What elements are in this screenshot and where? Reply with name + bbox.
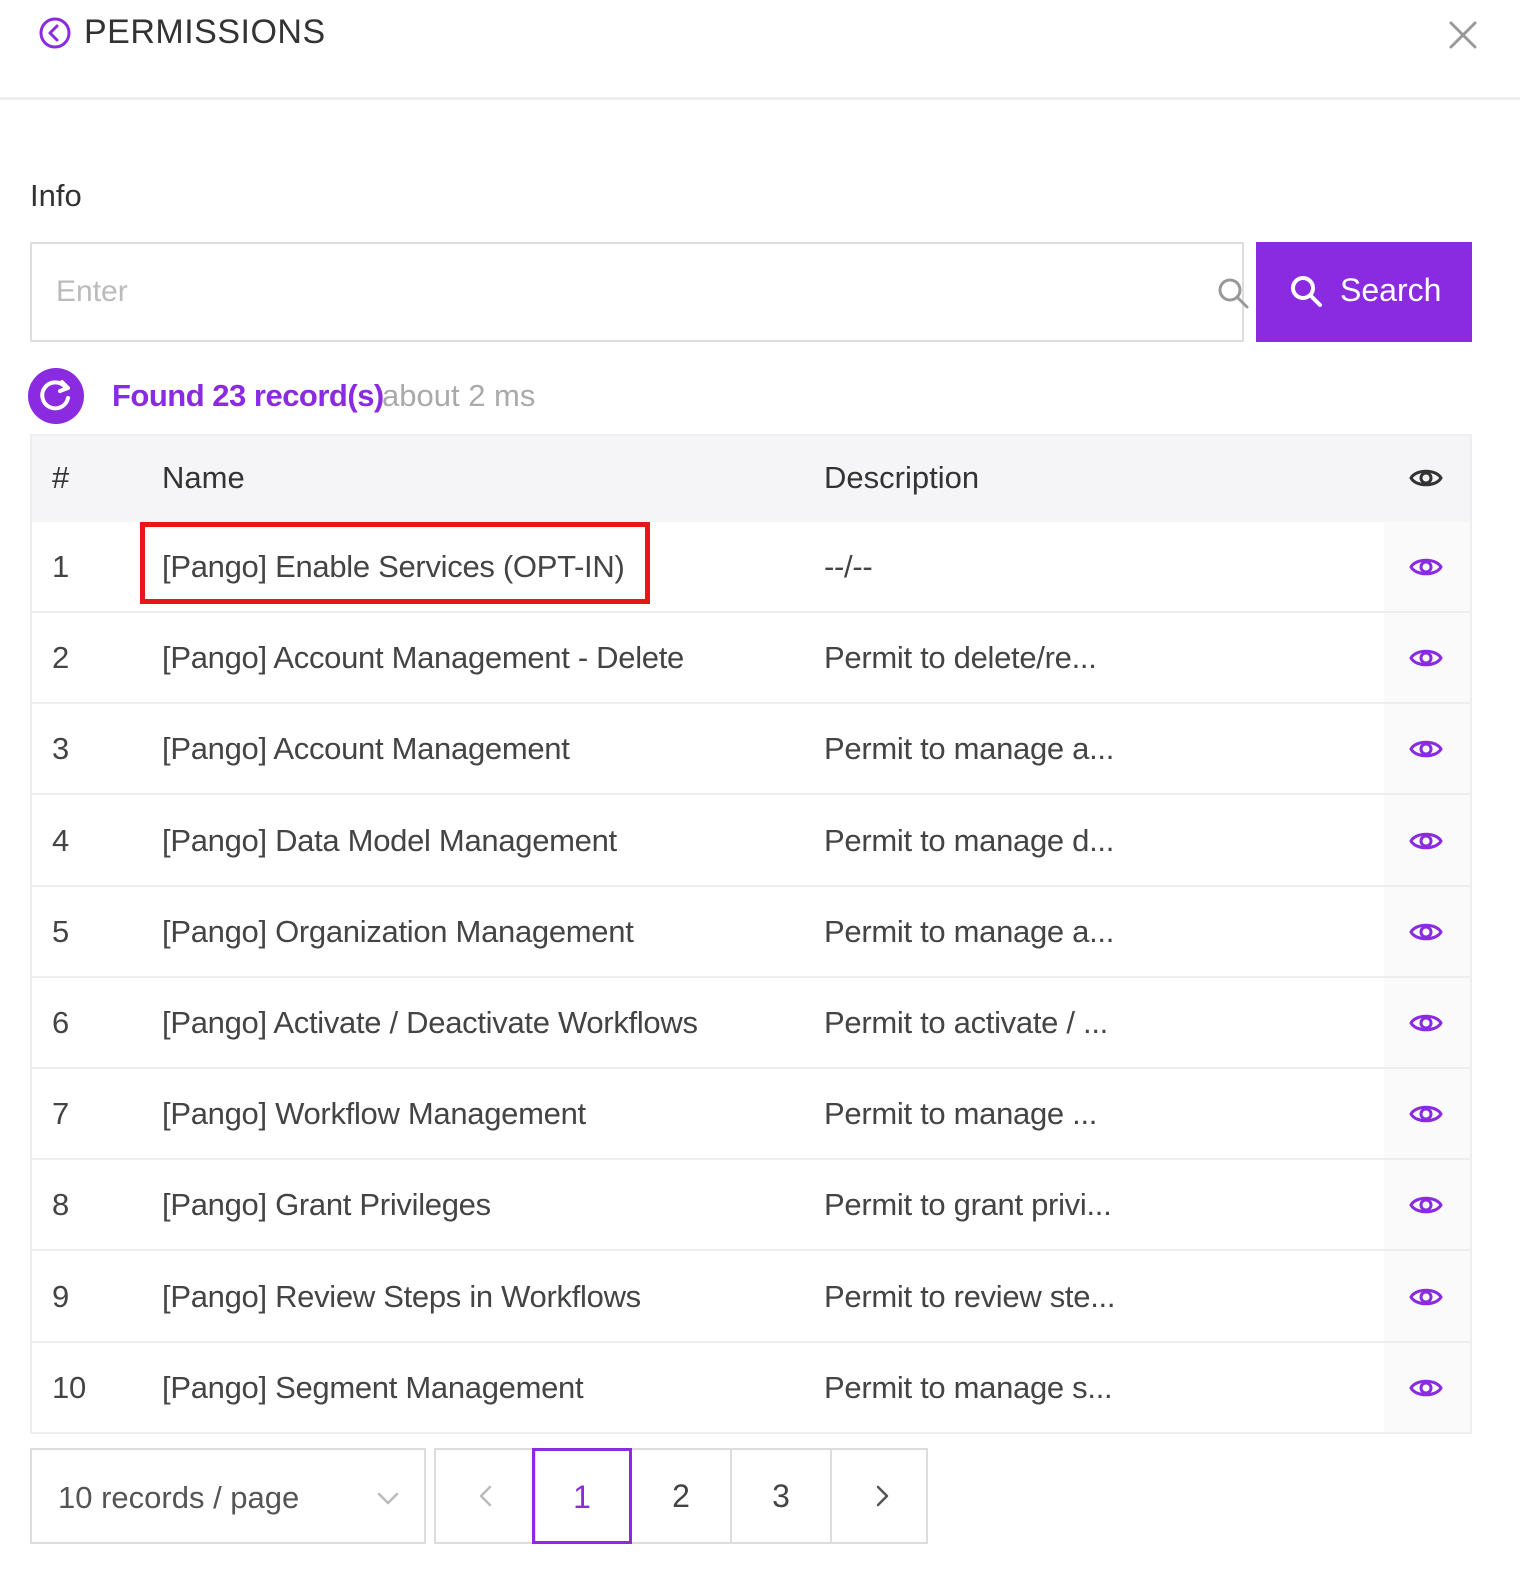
refresh-icon[interactable] (28, 368, 84, 424)
page-button-2[interactable]: 2 (632, 1450, 732, 1542)
row-number: 1 (52, 549, 69, 584)
chevron-down-icon (377, 1492, 399, 1505)
page-number: 2 (672, 1478, 690, 1514)
row-number: 6 (52, 1005, 69, 1040)
row-number: 5 (52, 913, 69, 949)
row-name: [Pango] Workflow Management (162, 1096, 586, 1132)
row-number: 8 (52, 1187, 69, 1223)
eye-icon[interactable] (1408, 914, 1444, 950)
table-row[interactable]: 1 [Pango] Enable Services (OPT-IN) --/-- (32, 522, 1470, 613)
row-description: Permit to manage d... (824, 822, 1115, 858)
row-name: [Pango] Account Management - Delete (162, 640, 684, 676)
eye-icon[interactable] (1408, 731, 1444, 767)
records-count: Found 23 record(s) (112, 378, 384, 413)
eye-icon[interactable] (1408, 1005, 1444, 1041)
page-size-label: 10 records / page (58, 1480, 300, 1515)
column-header-number: # (52, 460, 70, 495)
row-description: Permit to manage a... (824, 731, 1115, 767)
table-row[interactable]: 4 [Pango] Data Model Management Permit to … (32, 796, 1470, 887)
next-page-button[interactable] (832, 1450, 926, 1542)
search-box (30, 242, 1249, 342)
table-header: # Name Description (32, 436, 1470, 522)
page-size-select[interactable]: 10 records / page (30, 1448, 426, 1544)
eye-icon[interactable] (1408, 549, 1444, 585)
query-time: about 2 ms (382, 378, 536, 413)
row-description: Permit to delete/re... (824, 640, 1097, 676)
row-number: 3 (52, 731, 69, 767)
search-button-label: Search (1340, 272, 1442, 308)
highlight-box (140, 522, 650, 604)
eye-icon[interactable] (1408, 1279, 1444, 1315)
search-input[interactable] (56, 244, 1156, 340)
page-button-3[interactable]: 3 (732, 1450, 832, 1542)
table-row[interactable]: 3 [Pango] Account Management Permit to man… (32, 704, 1470, 796)
row-number: 2 (52, 640, 69, 676)
section-label-info: Info (30, 178, 82, 213)
row-description: Permit to manage ... (824, 1096, 1098, 1132)
row-description: --/-- (824, 549, 873, 584)
chevron-left-icon (479, 1485, 492, 1507)
column-header-description: Description (824, 460, 980, 495)
row-number: 4 (52, 822, 69, 858)
table-row[interactable]: 2 [Pango] Account Management - Delete Perm… (32, 613, 1470, 705)
page-number: 3 (772, 1478, 790, 1514)
row-name: [Pango] Grant Privileges (162, 1187, 491, 1223)
table-row[interactable]: 7 [Pango] Workflow Management Permit to ma… (32, 1069, 1470, 1161)
row-description: Permit to grant privi... (824, 1187, 1112, 1223)
row-number: 9 (52, 1278, 69, 1314)
row-name: [Pango] Account Management (162, 731, 570, 767)
table-row[interactable]: 9 [Pango] Review Steps in Workflows Permit… (32, 1252, 1470, 1343)
row-name: [Pango] Organization Management (162, 913, 634, 949)
eye-icon[interactable] (1408, 1370, 1444, 1406)
table-row[interactable]: 8 [Pango] Grant Privileges Permit to grant… (32, 1160, 1470, 1252)
eye-icon (1409, 469, 1443, 487)
search-icon (1218, 278, 1249, 309)
row-description: Permit to manage a... (824, 913, 1115, 949)
permissions-table: # Name Description 1 [Pango] Enable Servi… (30, 434, 1472, 1434)
row-number: 7 (52, 1096, 69, 1132)
close-icon[interactable] (1446, 18, 1480, 52)
dialog-header: PERMISSIONS (0, 0, 1520, 100)
row-name: [Pango] Activate / Deactivate Workflows (162, 1005, 698, 1040)
table-row[interactable]: 5 [Pango] Organization Management Permit t… (32, 887, 1470, 978)
table-row[interactable]: 10 [Pango] Segment Management Permit to ma… (32, 1343, 1470, 1434)
eye-icon[interactable] (1408, 1096, 1444, 1132)
row-name: [Pango] Segment Management (162, 1369, 584, 1405)
back-circle-icon[interactable] (38, 16, 72, 50)
row-description: Permit to review ste... (824, 1278, 1116, 1314)
row-name: [Pango] Data Model Management (162, 822, 617, 858)
pagination: 1 2 3 (434, 1448, 928, 1544)
row-name: [Pango] Review Steps in Workflows (162, 1278, 641, 1314)
prev-page-button[interactable] (436, 1450, 536, 1542)
row-description: Permit to manage s... (824, 1369, 1113, 1405)
row-description: Permit to activate / ... (824, 1005, 1108, 1040)
page-button-1[interactable]: 1 (532, 1448, 632, 1544)
page-title: PERMISSIONS (84, 13, 326, 51)
column-header-name: Name (162, 460, 245, 495)
chevron-right-icon (876, 1485, 889, 1507)
eye-icon[interactable] (1408, 640, 1444, 676)
row-number: 10 (52, 1369, 86, 1405)
search-icon (1291, 276, 1322, 307)
search-button[interactable]: Search (1256, 242, 1472, 342)
page-number: 1 (573, 1479, 591, 1515)
eye-icon[interactable] (1408, 1187, 1444, 1223)
eye-icon[interactable] (1408, 823, 1444, 859)
table-row[interactable]: 6 [Pango] Activate / Deactivate Workflows… (32, 978, 1470, 1069)
